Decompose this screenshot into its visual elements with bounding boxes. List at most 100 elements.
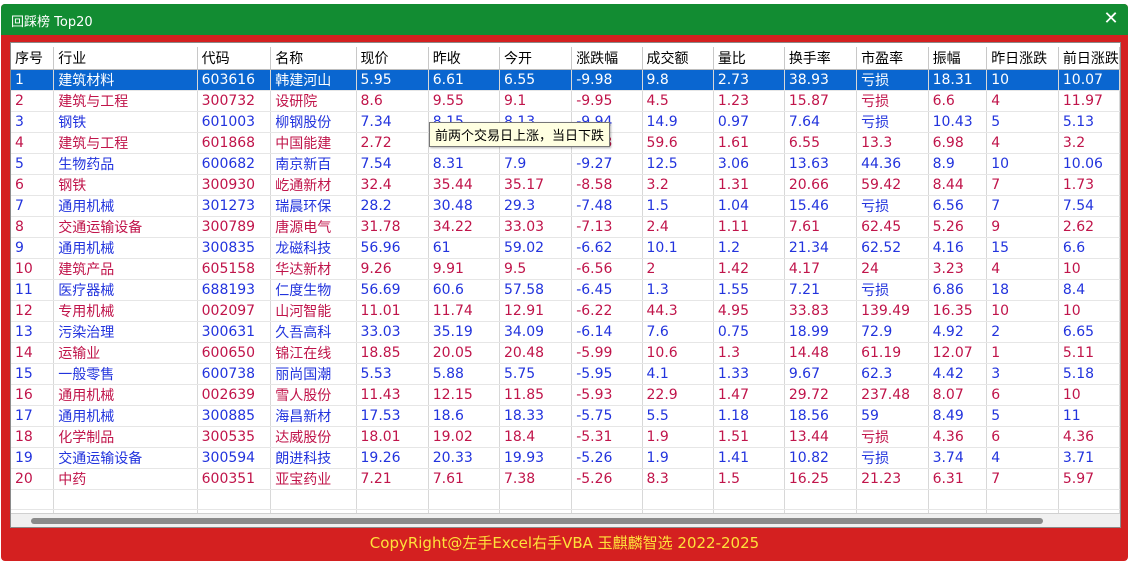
table-row[interactable]: 1 建筑材料 603616 韩建河山 5.95 6.61 6.55 -9.98 9.8 2.73 3… [11, 69, 1120, 91]
column-header[interactable]: 今开 [499, 47, 573, 70]
table-cell: -5.26 [571, 447, 643, 469]
column-header[interactable]: 代码 [197, 47, 272, 70]
table-cell: 17 [11, 405, 55, 427]
table-cell: 12 [11, 300, 55, 322]
table-cell: 605158 [197, 258, 272, 280]
table-cell: 1.55 [713, 279, 785, 301]
table-cell: 1 [986, 342, 1059, 364]
table-row[interactable]: 12 专用机械 002097 山河智能 11.01 11.74 12.91 -6.22 44.3… [11, 300, 1120, 322]
table-row[interactable]: 9 通用机械 300835 龙磁科技 56.96 61 59.02 -6.62 10.1 1.2 2… [11, 237, 1120, 259]
table-cell: 20.66 [784, 174, 858, 196]
column-header[interactable]: 市盈率 [856, 47, 929, 70]
table-row[interactable]: 5 生物药品 600682 南京新百 7.54 8.31 7.9 -9.27 12.5 3.06 1… [11, 153, 1120, 175]
close-icon[interactable]: ✕ [1094, 4, 1128, 35]
table-cell: 1.5 [713, 468, 785, 490]
table-row[interactable]: 13 污染治理 300631 久吾高科 33.03 35.19 34.09 -6.14 7.6 0… [11, 321, 1120, 343]
column-header[interactable]: 昨日涨跌 [986, 47, 1059, 70]
table-cell: 5 [986, 405, 1059, 427]
table-cell: 1.3 [713, 342, 785, 364]
table-row[interactable]: 11 医疗器械 688193 仁度生物 56.69 60.6 57.58 -6.45 1.3 1.… [11, 279, 1120, 301]
table-row[interactable]: 15 一般零售 600738 丽尚国潮 5.53 5.88 5.75 -5.95 4.1 1.33… [11, 363, 1120, 385]
column-header[interactable]: 序号 [11, 47, 55, 70]
table-row[interactable]: 2 建筑与工程 300732 设研院 8.6 9.55 9.1 -9.95 4.5 1.23 15.… [11, 90, 1120, 112]
table-cell: 59 [856, 405, 929, 427]
empty-cell [1058, 489, 1120, 510]
table-cell: 生物药品 [53, 153, 198, 175]
table-cell: 建筑产品 [53, 258, 198, 280]
table-cell: 12.15 [428, 384, 500, 406]
table-cell: 31.78 [356, 216, 429, 238]
table-cell: 通用机械 [53, 237, 198, 259]
table-row[interactable]: 10 建筑产品 605158 华达新材 9.26 9.91 9.5 -6.56 2 1.42 4.1… [11, 258, 1120, 280]
table-cell: 6.31 [928, 468, 988, 490]
table-cell: 14.9 [642, 111, 714, 133]
table-cell: 建筑与工程 [53, 90, 198, 112]
scrollbar-thumb[interactable] [31, 518, 1043, 524]
table-cell: 达威股份 [270, 426, 357, 448]
table-cell: 301273 [197, 195, 272, 217]
table-cell: 4 [986, 132, 1059, 154]
column-header[interactable]: 换手率 [784, 47, 858, 70]
table-cell: 4 [986, 258, 1059, 280]
table-cell: 1.51 [713, 426, 785, 448]
table-cell: 38.93 [784, 69, 858, 91]
table-cell: 002639 [197, 384, 272, 406]
table-row[interactable]: 19 交通运输设备 300594 朗进科技 19.26 20.33 19.93 -5.26 1.… [11, 447, 1120, 469]
table-cell: 62.45 [856, 216, 929, 238]
table-row[interactable]: 18 化学制品 300535 达威股份 18.01 19.02 18.4 -5.31 1.9 1.… [11, 426, 1120, 448]
title-bar[interactable]: 回踩榜 Top20 ✕ [1, 4, 1128, 35]
table-cell: 13.63 [784, 153, 858, 175]
table-cell: 9.5 [499, 258, 573, 280]
empty-cell [53, 489, 198, 510]
column-header[interactable]: 振幅 [928, 47, 988, 70]
table-row[interactable]: 7 通用机械 301273 瑞晨环保 28.2 30.48 29.3 -7.48 1.5 1.04… [11, 195, 1120, 217]
column-header[interactable]: 前日涨跌 [1058, 47, 1120, 70]
table-cell: 14.48 [784, 342, 858, 364]
table-cell: 300930 [197, 174, 272, 196]
table-cell: 11 [1058, 405, 1120, 427]
column-header[interactable]: 涨跌幅 [571, 47, 643, 70]
table-cell: 61.19 [856, 342, 929, 364]
table-cell: 华达新材 [270, 258, 357, 280]
table-cell: 10 [986, 153, 1059, 175]
table-row[interactable]: 8 交通运输设备 300789 唐源电气 31.78 34.22 33.03 -7.13 2.4… [11, 216, 1120, 238]
table-cell: 8.31 [428, 153, 500, 175]
table-row[interactable]: 17 通用机械 300885 海昌新材 17.53 18.6 18.33 -5.75 5.5 1.… [11, 405, 1120, 427]
table-cell: -5.95 [571, 363, 643, 385]
table-cell: 中国能建 [270, 132, 357, 154]
column-header[interactable]: 现价 [356, 47, 429, 70]
table-cell: 3 [986, 363, 1059, 385]
horizontal-scrollbar[interactable] [11, 513, 1120, 527]
table-cell: 5.13 [1058, 111, 1120, 133]
column-header[interactable]: 昨收 [428, 47, 500, 70]
table-cell: 688193 [197, 279, 272, 301]
table-cell: 12.5 [642, 153, 714, 175]
column-header[interactable]: 成交额 [642, 47, 714, 70]
table-cell: 4.17 [784, 258, 858, 280]
table-cell: 山河智能 [270, 300, 357, 322]
table-cell: 化学制品 [53, 426, 198, 448]
table-cell: 5.88 [428, 363, 500, 385]
table-cell: 21.34 [784, 237, 858, 259]
column-header[interactable]: 行业 [53, 47, 198, 70]
table-row[interactable]: 6 钢铁 300930 屹通新材 32.4 35.44 35.17 -8.58 3.2 1.31 2… [11, 174, 1120, 196]
table-cell: 18.6 [428, 405, 500, 427]
table-cell: 7 [986, 468, 1059, 490]
table-cell: 600738 [197, 363, 272, 385]
column-header[interactable]: 量比 [713, 47, 785, 70]
column-header[interactable]: 名称 [270, 47, 357, 70]
table-cell: 20.48 [499, 342, 573, 364]
table-cell: 1.33 [713, 363, 785, 385]
table-cell: 6 [986, 426, 1059, 448]
table-cell: 10 [1058, 258, 1120, 280]
table-cell: 10.82 [784, 447, 858, 469]
table-cell: 33.83 [784, 300, 858, 322]
table-cell: 1.31 [713, 174, 785, 196]
table-row[interactable]: 16 通用机械 002639 雪人股份 11.43 12.15 11.85 -5.93 22.9… [11, 384, 1120, 406]
table-row[interactable]: 14 运输业 600650 锦江在线 18.85 20.05 20.48 -5.99 10.6 1… [11, 342, 1120, 364]
table-cell: 6 [11, 174, 55, 196]
empty-cell [986, 489, 1059, 510]
empty-cell [11, 489, 55, 510]
empty-row [11, 489, 1120, 510]
table-row[interactable]: 20 中药 600351 亚宝药业 7.21 7.61 7.38 -5.26 8.3 1.5 16.… [11, 468, 1120, 490]
